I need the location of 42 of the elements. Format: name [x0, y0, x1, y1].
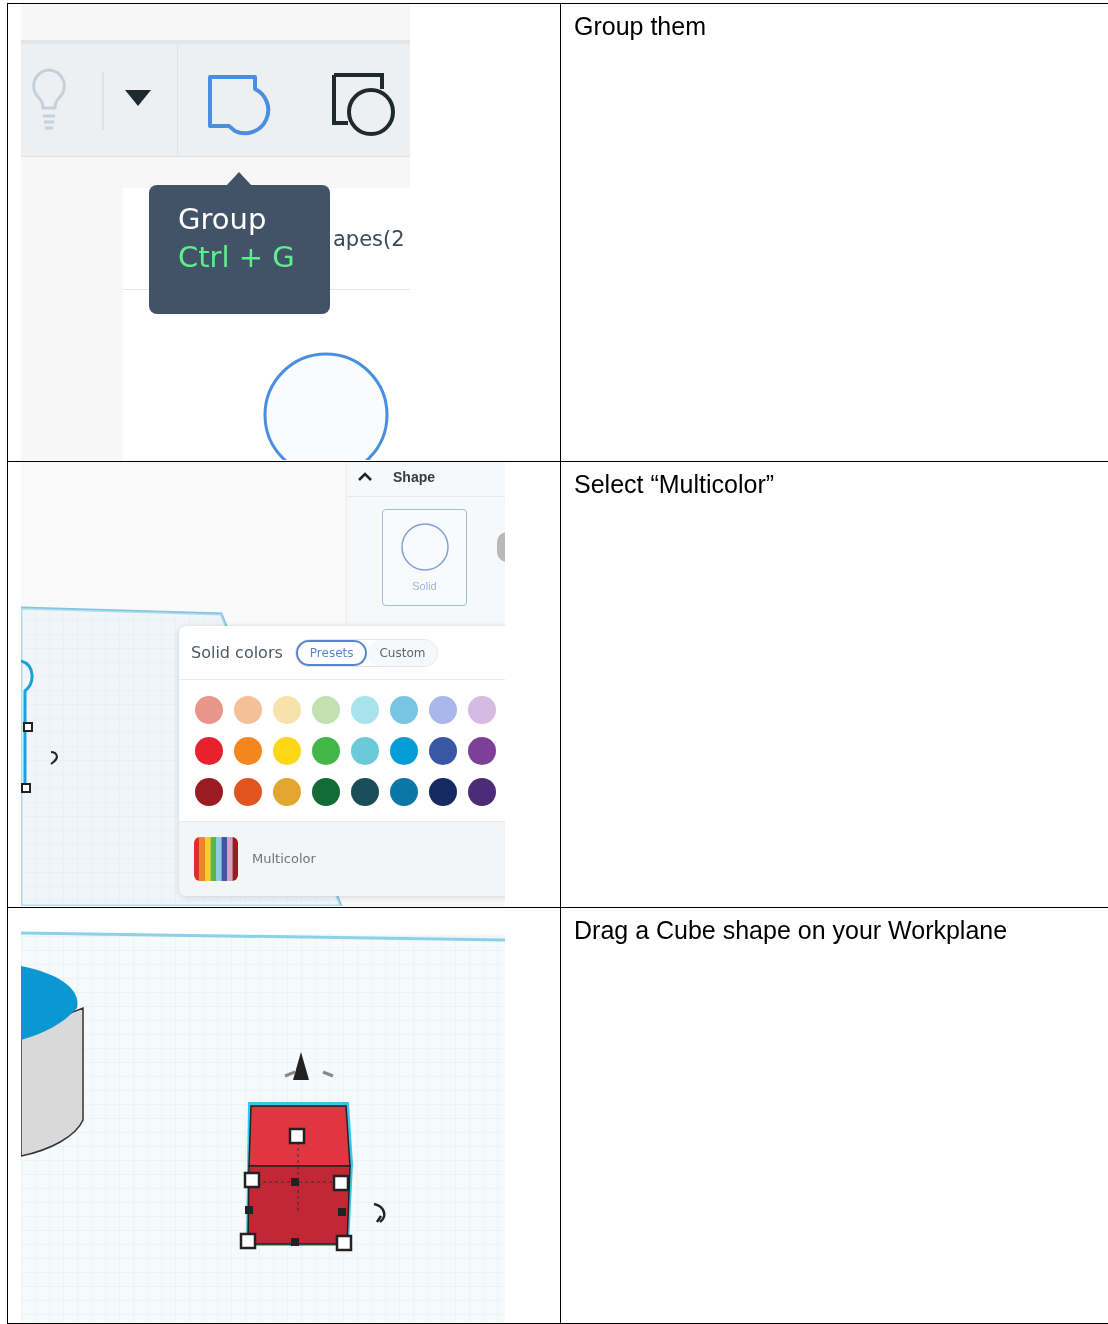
color-swatch[interactable] [351, 737, 379, 765]
option-label: Solid [412, 579, 437, 594]
color-swatch[interactable] [468, 696, 496, 724]
color-swatch[interactable] [234, 737, 262, 765]
instruction-text: Group them [574, 12, 706, 40]
color-swatch[interactable] [429, 737, 457, 765]
color-swatch[interactable] [312, 696, 340, 724]
color-swatch[interactable] [429, 778, 457, 806]
color-swatch[interactable] [195, 696, 223, 724]
group-icon[interactable] [207, 74, 271, 138]
color-swatch[interactable] [273, 778, 301, 806]
color-swatch[interactable] [390, 696, 418, 724]
multicolor-label[interactable]: Multicolor [252, 849, 316, 869]
rainbow-stripes-icon[interactable] [194, 837, 238, 881]
color-tab[interactable]: Presets [295, 639, 368, 666]
color-swatch[interactable] [390, 737, 418, 765]
tooltip-title: Group [178, 201, 268, 237]
panel-title: apes(2 [333, 226, 405, 253]
section-title: Shape [393, 468, 435, 487]
color-swatch[interactable] [195, 737, 223, 765]
color-swatch[interactable] [234, 778, 262, 806]
instruction-text: Select “Multicolor” [574, 470, 775, 498]
ungroup-icon[interactable] [331, 72, 397, 138]
color-swatch[interactable] [468, 737, 496, 765]
color-swatch[interactable] [273, 737, 301, 765]
circle-icon [399, 522, 450, 572]
color-swatch[interactable] [312, 778, 340, 806]
color-swatch[interactable] [468, 778, 496, 806]
color-swatch[interactable] [390, 778, 418, 806]
shortcut-text: Ctrl + G [178, 239, 296, 275]
color-swatch[interactable] [273, 696, 301, 724]
color-swatch[interactable] [234, 696, 262, 724]
caret-down-icon[interactable] [125, 90, 151, 106]
instruction-text: Drag a Cube shape on your Workplane [574, 916, 1008, 944]
color-swatch[interactable] [312, 737, 340, 765]
color-swatch[interactable] [351, 778, 379, 806]
color-swatch[interactable] [429, 696, 457, 724]
color-tab[interactable]: Custom [367, 639, 438, 666]
color-swatch[interactable] [351, 696, 379, 724]
color-swatch[interactable] [195, 778, 223, 806]
chevron-up-icon[interactable] [358, 471, 372, 481]
popup-title: Solid colors [191, 641, 283, 664]
